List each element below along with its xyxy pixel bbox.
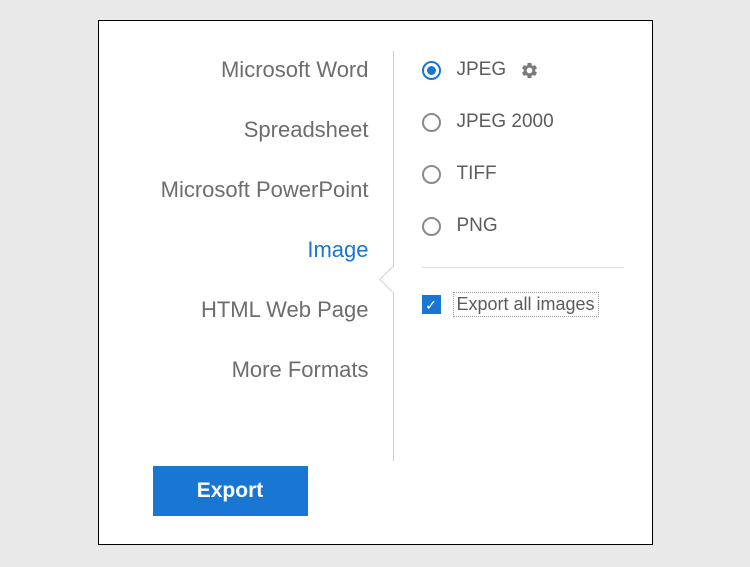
divider [422,267,624,268]
export-all-checkbox[interactable]: ✓ Export all images [422,292,624,317]
format-item-html[interactable]: HTML Web Page [201,297,369,323]
export-button[interactable]: Export [153,466,308,516]
gear-icon[interactable] [520,61,539,80]
selection-notch [378,266,394,292]
checkbox-label: Export all images [453,292,599,317]
radio-label: TIFF [457,163,497,185]
radio-png[interactable]: PNG [422,215,624,237]
format-item-spreadsheet[interactable]: Spreadsheet [244,117,369,143]
format-item-image[interactable]: Image [307,237,368,263]
format-list: Microsoft Word Spreadsheet Microsoft Pow… [99,51,394,461]
radio-label: JPEG [457,59,507,81]
checkbox-icon: ✓ [422,295,441,314]
format-item-more[interactable]: More Formats [232,357,369,383]
columns: Microsoft Word Spreadsheet Microsoft Pow… [99,51,652,461]
radio-icon [422,61,441,80]
radio-label: PNG [457,215,498,237]
checkmark-icon: ✓ [425,298,437,312]
radio-icon [422,113,441,132]
radio-jpeg[interactable]: JPEG [422,59,624,81]
export-dialog: Microsoft Word Spreadsheet Microsoft Pow… [98,20,653,545]
format-item-word[interactable]: Microsoft Word [221,57,369,83]
radio-tiff[interactable]: TIFF [422,163,624,185]
radio-label: JPEG 2000 [457,111,554,133]
radio-jpeg2000[interactable]: JPEG 2000 [422,111,624,133]
format-item-powerpoint[interactable]: Microsoft PowerPoint [161,177,369,203]
radio-icon [422,165,441,184]
radio-icon [422,217,441,236]
image-options-panel: JPEG JPEG 2000 TIFF PNG [394,51,652,461]
